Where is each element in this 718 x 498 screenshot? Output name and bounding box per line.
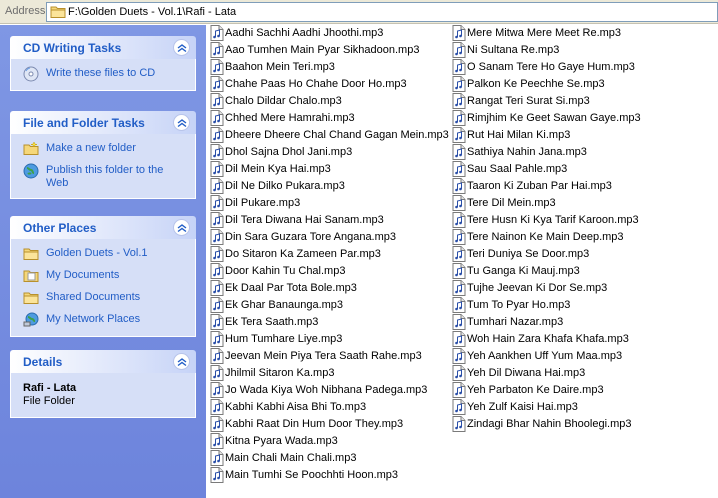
collapse-chevron-icon[interactable] (173, 353, 190, 370)
file-name: Dil Mein Kya Hai.mp3 (225, 163, 331, 175)
panel-title: Details (23, 355, 63, 369)
place-label: My Documents (46, 269, 120, 281)
panel-title: File and Folder Tasks (23, 116, 145, 130)
file-name: Jeevan Mein Piya Tera Saath Rahe.mp3 (225, 350, 422, 362)
file-name: Chalo Dildar Chalo.mp3 (225, 95, 342, 107)
my-documents-icon (23, 268, 39, 284)
place-shared-documents[interactable]: Shared Documents (23, 291, 185, 306)
file-name: Tumhari Nazar.mp3 (467, 316, 564, 328)
file-name: Kabhi Kabhi Aisa Bhi To.mp3 (225, 401, 367, 413)
file-name: Yeh Aankhen Uff Yum Maa.mp3 (467, 350, 623, 362)
file-name: Tere Nainon Ke Main Deep.mp3 (467, 231, 624, 243)
file-name: Ek Tera Saath.mp3 (225, 316, 319, 328)
panel-title: Other Places (23, 221, 97, 235)
file-name: Sau Saal Pahle.mp3 (467, 163, 568, 175)
task-label: Publish this folder to the Web (46, 164, 164, 189)
panel-title: CD Writing Tasks (23, 41, 122, 55)
file-name: Din Sara Guzara Tore Angana.mp3 (225, 231, 397, 243)
file-name: Ni Sultana Re.mp3 (467, 44, 560, 56)
collapse-chevron-icon[interactable] (173, 219, 190, 236)
folder-icon (50, 5, 66, 22)
details-type: File Folder (23, 395, 75, 407)
file-name: Kitna Pyara Wada.mp3 (225, 435, 338, 447)
file-name: Zindagi Bhar Nahin Bhoolegi.mp3 (467, 418, 632, 430)
task-pane: CD Writing Tasks Write these files to CD… (0, 25, 206, 498)
file-folder-tasks-panel: File and Folder Tasks Make a new folder … (10, 111, 196, 199)
file-name: Tujhe Jeevan Ki Dor Se.mp3 (467, 282, 608, 294)
file-name: Yeh Zulf Kaisi Hai.mp3 (467, 401, 578, 413)
file-name: O Sanam Tere Ho Gaye Hum.mp3 (467, 61, 635, 73)
other-places-panel: Other Places Golden Duets - Vol.1 My Doc… (10, 216, 196, 337)
place-golden-duets[interactable]: Golden Duets - Vol.1 (23, 247, 185, 262)
make-new-folder-task[interactable]: Make a new folder (23, 141, 185, 157)
file-name: Mere Mitwa Mere Meet Re.mp3 (467, 27, 622, 39)
file-name: Dil Tera Diwana Hai Sanam.mp3 (225, 214, 384, 226)
folder-icon (23, 246, 39, 262)
details-name: Rafi - Lata (23, 382, 77, 394)
write-to-cd-task[interactable]: Write these files to CD (23, 66, 185, 82)
file-name: Chahe Paas Ho Chahe Door Ho.mp3 (225, 78, 407, 90)
file-name: Taaron Ki Zuban Par Hai.mp3 (467, 180, 612, 192)
details-header[interactable]: Details (10, 350, 196, 373)
cd-writing-header[interactable]: CD Writing Tasks (10, 36, 196, 59)
file-name: Dil Ne Dilko Pukara.mp3 (225, 180, 345, 192)
task-label: Make a new folder (46, 142, 136, 154)
shared-folder-icon (23, 290, 39, 306)
other-places-header[interactable]: Other Places (10, 216, 196, 239)
file-name: Do Sitaron Ka Zameen Par.mp3 (225, 248, 381, 260)
file-name: Tum To Pyar Ho.mp3 (467, 299, 571, 311)
file-name: Main Tumhi Se Poochhti Hoon.mp3 (225, 469, 399, 481)
file-name: Yeh Parbaton Ke Daire.mp3 (467, 384, 604, 396)
file-name: Teri Duniya Se Door.mp3 (467, 248, 590, 260)
file-name: Jo Wada Kiya Woh Nibhana Padega.mp3 (225, 384, 428, 396)
publish-folder-task[interactable]: Publish this folder to the Web (23, 163, 185, 190)
file-name: Ek Daal Par Tota Bole.mp3 (225, 282, 357, 294)
file-name: Main Chali Main Chali.mp3 (225, 452, 357, 464)
file-name: Baahon Mein Teri.mp3 (225, 61, 335, 73)
file-name: Tere Husn Ki Kya Tarif Karoon.mp3 (467, 214, 639, 226)
file-name: Tere Dil Mein.mp3 (467, 197, 556, 209)
file-name: Yeh Dil Diwana Hai.mp3 (467, 367, 586, 379)
file-name: Tu Ganga Ki Mauj.mp3 (467, 265, 580, 277)
file-name: Dhol Sajna Dhol Jani.mp3 (225, 146, 353, 158)
cd-icon (23, 66, 39, 82)
file-name: Chhed Mere Hamrahi.mp3 (225, 112, 355, 124)
task-label: Write these files to CD (46, 67, 156, 79)
file-folder-tasks-header[interactable]: File and Folder Tasks (10, 111, 196, 134)
network-globe-icon (23, 312, 39, 328)
address-input[interactable]: F:\Golden Duets - Vol.1\Rafi - Lata (46, 2, 718, 22)
file-name: Dil Pukare.mp3 (225, 197, 301, 209)
place-label: My Network Places (46, 313, 141, 325)
cd-writing-panel: CD Writing Tasks Write these files to CD (10, 36, 196, 91)
file-name: Door Kahin Tu Chal.mp3 (225, 265, 346, 277)
address-label: Address (5, 5, 46, 17)
file-name: Hum Tumhare Liye.mp3 (225, 333, 343, 345)
address-bar: Address F:\Golden Duets - Vol.1\Rafi - L… (0, 0, 718, 24)
place-label: Golden Duets - Vol.1 (46, 247, 148, 259)
mp3-file-icon (452, 416, 466, 435)
file-name: Jhilmil Sitaron Ka.mp3 (225, 367, 335, 379)
file-name: Ek Ghar Banaunga.mp3 (225, 299, 344, 311)
place-my-network-places[interactable]: My Network Places (23, 312, 185, 328)
file-name: Rangat Teri Surat Si.mp3 (467, 95, 590, 107)
address-path: F:\Golden Duets - Vol.1\Rafi - Lata (68, 6, 237, 18)
globe-icon (23, 163, 39, 179)
collapse-chevron-icon[interactable] (173, 114, 190, 131)
file-name: Aao Tumhen Main Pyar Sikhadoon.mp3 (225, 44, 420, 56)
file-name: Aadhi Sachhi Aadhi Jhoothi.mp3 (225, 27, 384, 39)
mp3-file-icon (210, 467, 224, 486)
place-label: Shared Documents (46, 291, 141, 303)
details-panel: Details Rafi - Lata File Folder (10, 350, 196, 418)
file-name: Rut Hai Milan Ki.mp3 (467, 129, 571, 141)
collapse-chevron-icon[interactable] (173, 39, 190, 56)
file-name: Dheere Dheere Chal Chand Gagan Mein.mp3 (225, 129, 449, 141)
new-folder-icon (23, 141, 39, 157)
file-name: Rimjhim Ke Geet Sawan Gaye.mp3 (467, 112, 641, 124)
file-name: Woh Hain Zara Khafa Khafa.mp3 (467, 333, 629, 345)
file-name: Kabhi Raat Din Hum Door They.mp3 (225, 418, 404, 430)
file-name: Sathiya Nahin Jana.mp3 (467, 146, 587, 158)
place-my-documents[interactable]: My Documents (23, 269, 185, 284)
file-name: Palkon Ke Peechhe Se.mp3 (467, 78, 605, 90)
file-list: Aadhi Sachhi Aadhi Jhoothi.mp3 Aao Tumhen… (207, 25, 718, 498)
